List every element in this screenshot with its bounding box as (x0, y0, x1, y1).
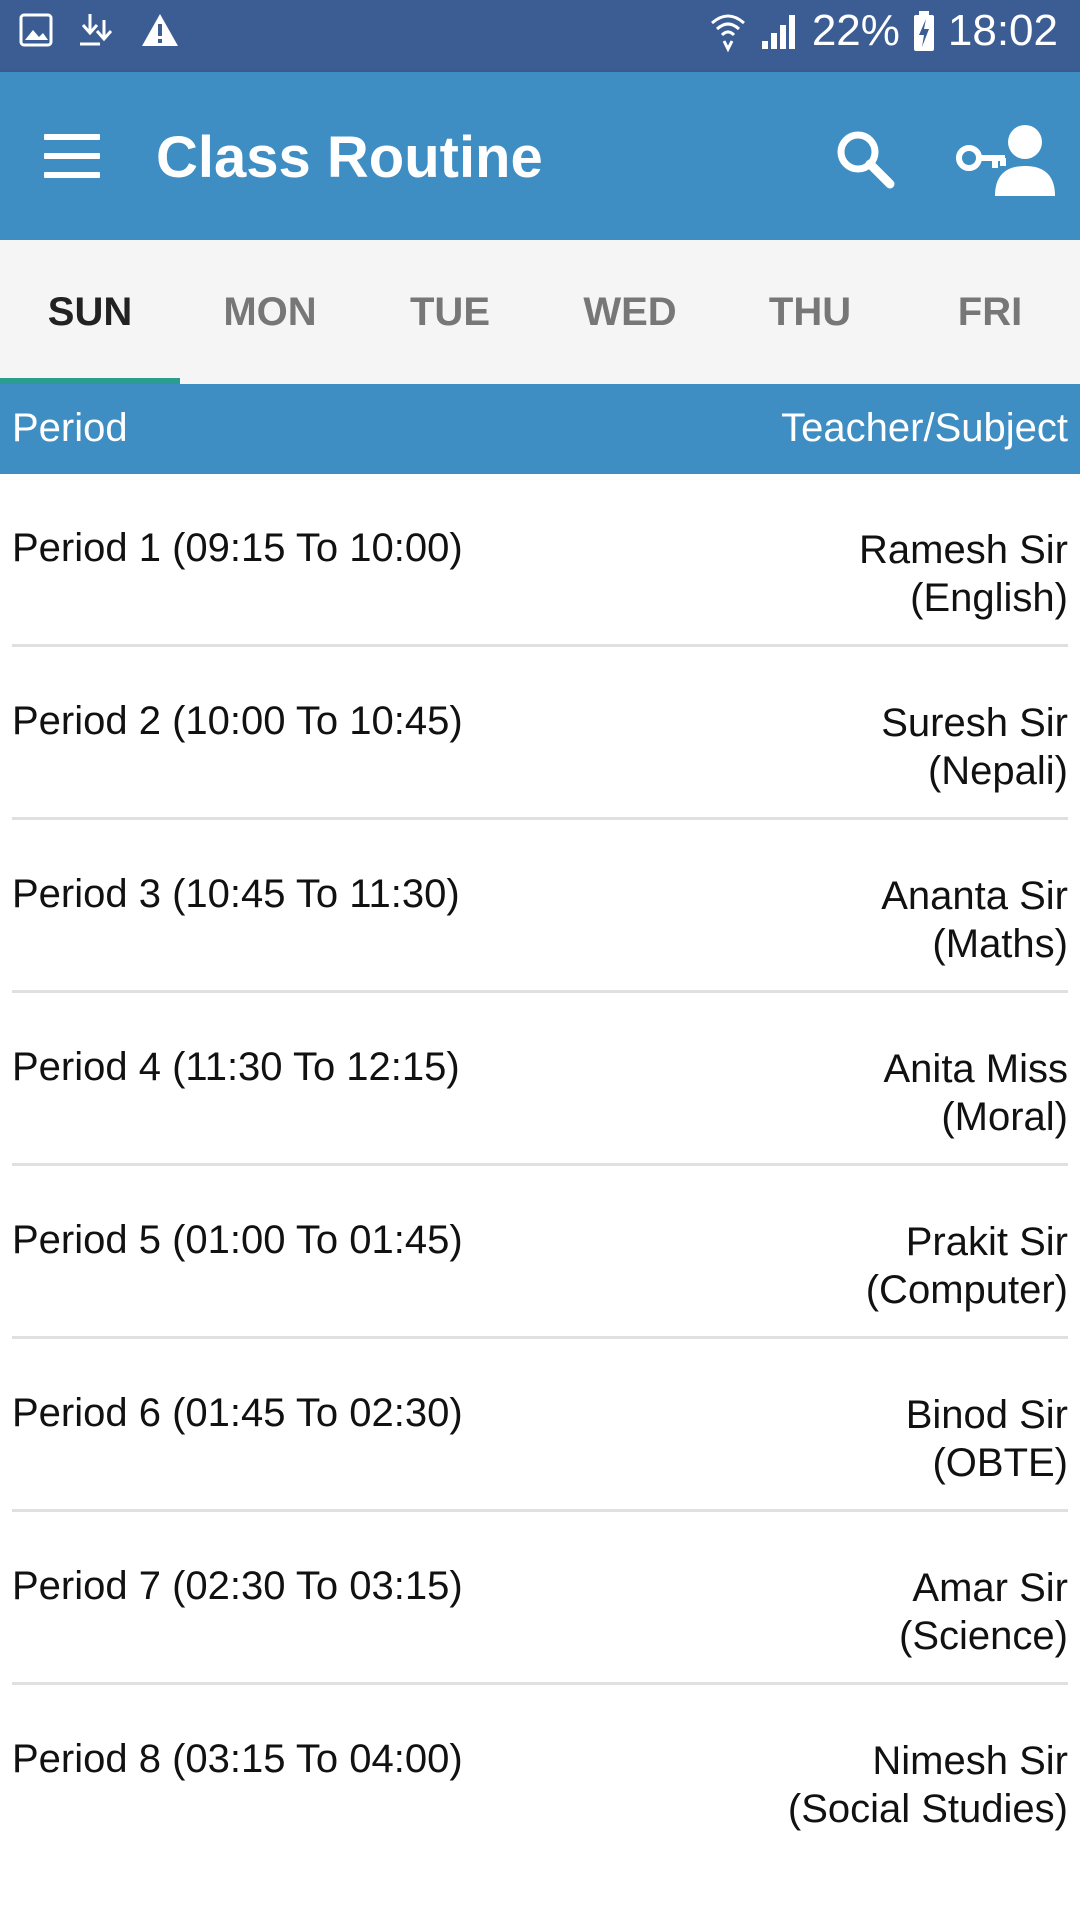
subject-name: (Computer) (865, 1268, 1068, 1312)
teacher-name: Suresh Sir (881, 701, 1068, 745)
status-bar: 22% 18:02 (0, 0, 1080, 72)
battery-percent: 22% (811, 6, 900, 55)
subject-name: (English) (910, 576, 1068, 620)
teacher-subject: Suresh Sir (Nepali) (881, 699, 1068, 795)
teacher-subject: Ramesh Sir (English) (859, 526, 1068, 622)
period-time: Period 5 (01:00 To 01:45) (12, 1218, 463, 1262)
image-icon (19, 13, 53, 47)
day-tabs: SUN MON TUE WED THU FRI (0, 240, 1080, 384)
teacher-name: Ananta Sir (881, 874, 1068, 918)
period-time: Period 6 (01:45 To 02:30) (12, 1391, 463, 1435)
warning-icon (142, 14, 178, 46)
period-time: Period 4 (11:30 To 12:15) (12, 1045, 460, 1089)
search-icon[interactable] (830, 124, 900, 194)
period-time: Period 8 (03:15 To 04:00) (12, 1737, 463, 1781)
period-time: Period 3 (10:45 To 11:30) (12, 872, 460, 916)
page-title: Class Routine (156, 125, 543, 190)
period-time: Period 2 (10:00 To 10:45) (12, 699, 463, 743)
table-row[interactable]: Period 8 (03:15 To 04:00) Nimesh Sir (So… (12, 1685, 1068, 1855)
wifi-icon (710, 14, 745, 53)
tab-sun[interactable]: SUN (0, 240, 180, 384)
battery-charging-icon (913, 11, 934, 51)
teacher-name: Nimesh Sir (872, 1739, 1068, 1783)
period-time: Period 7 (02:30 To 03:15) (12, 1564, 463, 1608)
teacher-name: Prakit Sir (905, 1220, 1068, 1264)
routine-list: Period 1 (09:15 To 10:00) Ramesh Sir (En… (0, 474, 1080, 1855)
header-period: Period (12, 406, 128, 450)
signal-icon (761, 15, 795, 49)
account-key-icon[interactable] (955, 120, 1065, 196)
table-row[interactable]: Period 7 (02:30 To 03:15) Amar Sir (Scie… (12, 1512, 1068, 1685)
table-header: Period Teacher/Subject (0, 384, 1080, 474)
teacher-name: Binod Sir (905, 1393, 1068, 1437)
table-row[interactable]: Period 2 (10:00 To 10:45) Suresh Sir (Ne… (12, 647, 1068, 820)
header-teacher-subject: Teacher/Subject (781, 406, 1068, 450)
table-row[interactable]: Period 1 (09:15 To 10:00) Ramesh Sir (En… (12, 474, 1068, 647)
table-row[interactable]: Period 5 (01:00 To 01:45) Prakit Sir (Co… (12, 1166, 1068, 1339)
subject-name: (Social Studies) (787, 1787, 1068, 1831)
subject-name: (Moral) (941, 1095, 1068, 1139)
teacher-subject: Anita Miss (Moral) (884, 1045, 1069, 1141)
tab-tue[interactable]: TUE (360, 240, 540, 384)
teacher-name: Amar Sir (912, 1566, 1068, 1610)
teacher-subject: Nimesh Sir (Social Studies) (788, 1737, 1068, 1833)
hamburger-menu-icon[interactable] (44, 134, 100, 178)
table-row[interactable]: Period 3 (10:45 To 11:30) Ananta Sir (Ma… (12, 820, 1068, 993)
app-bar: Class Routine (0, 72, 1080, 240)
download-icon (80, 14, 113, 46)
period-time: Period 1 (09:15 To 10:00) (12, 526, 463, 570)
tab-mon[interactable]: MON (180, 240, 360, 384)
subject-name: (Nepali) (927, 749, 1068, 793)
subject-name: (Maths) (932, 922, 1068, 966)
tab-wed[interactable]: WED (540, 240, 720, 384)
table-row[interactable]: Period 6 (01:45 To 02:30) Binod Sir (OBT… (12, 1339, 1068, 1512)
teacher-subject: Ananta Sir (Maths) (881, 872, 1068, 968)
tab-thu[interactable]: THU (720, 240, 900, 384)
subject-name: (OBTE) (932, 1441, 1068, 1485)
teacher-subject: Amar Sir (Science) (899, 1564, 1068, 1660)
table-row[interactable]: Period 4 (11:30 To 12:15) Anita Miss (Mo… (12, 993, 1068, 1166)
teacher-name: Ramesh Sir (859, 528, 1068, 572)
teacher-name: Anita Miss (883, 1047, 1069, 1091)
subject-name: (Science) (899, 1614, 1068, 1658)
tab-fri[interactable]: FRI (900, 240, 1080, 384)
teacher-subject: Prakit Sir (Computer) (866, 1218, 1068, 1314)
clock: 18:02 (947, 6, 1058, 55)
teacher-subject: Binod Sir (OBTE) (906, 1391, 1068, 1487)
